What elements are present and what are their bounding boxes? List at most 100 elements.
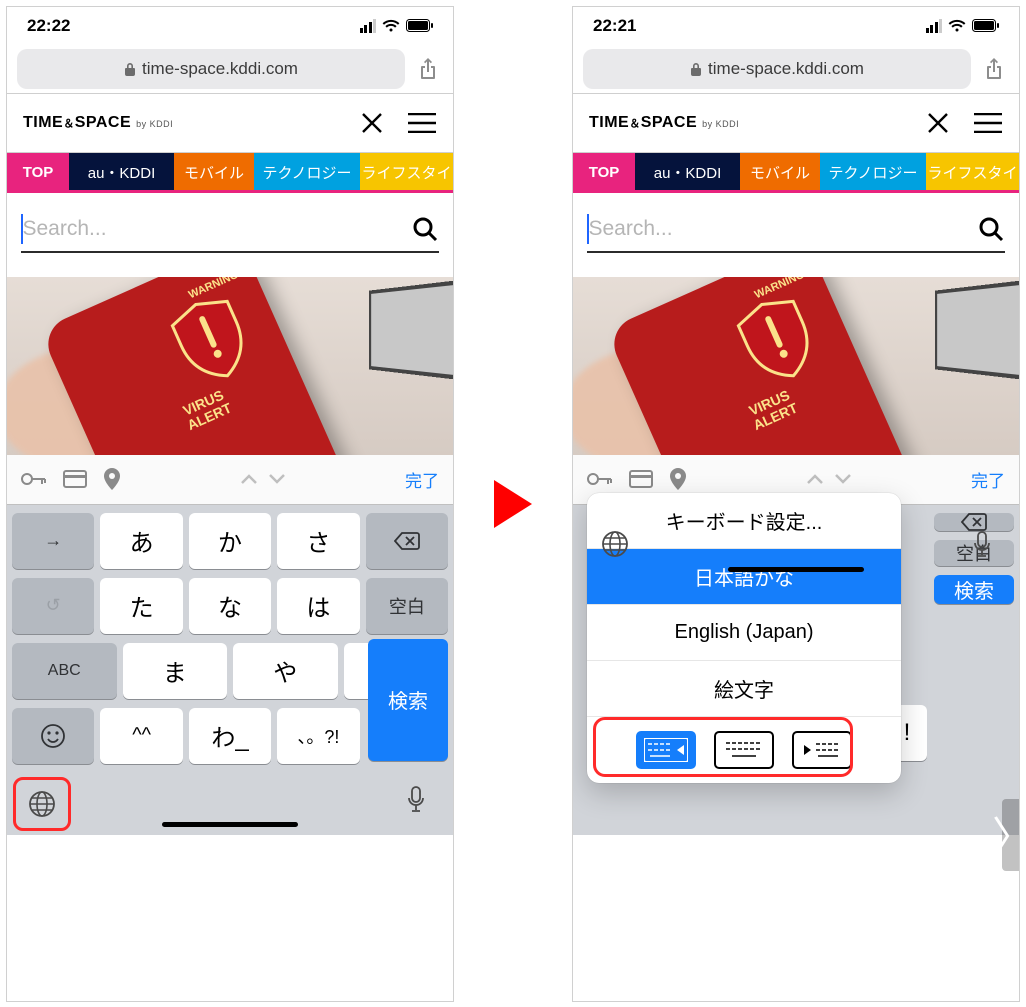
key-ya[interactable]: や bbox=[233, 643, 338, 699]
site-nav-tabs: TOP au・KDDI モバイル テクノロジー ライフスタイ bbox=[7, 153, 453, 193]
carousel-next-icon[interactable]: 〉 bbox=[1002, 799, 1020, 871]
url-text: time-space.kddi.com bbox=[708, 59, 864, 79]
brand-logo[interactable]: TIME＆SPACE by KDDI bbox=[589, 114, 739, 132]
status-bar: 22:21 bbox=[573, 7, 1019, 45]
close-icon[interactable] bbox=[923, 108, 953, 138]
battery-icon bbox=[406, 19, 433, 32]
globe-key-highlight bbox=[13, 777, 71, 831]
mic-icon[interactable] bbox=[406, 786, 426, 814]
screenshot-right: 22:21 time-space.kddi.com TIME＆SPACE by … bbox=[572, 6, 1020, 1002]
key-space[interactable]: 空白 bbox=[366, 578, 448, 634]
home-indicator[interactable] bbox=[728, 567, 864, 572]
keyboard-accessory-bar: 完了 bbox=[7, 455, 453, 505]
tab-top[interactable]: TOP bbox=[573, 153, 635, 193]
key-undo[interactable]: ↺ bbox=[12, 578, 94, 634]
mic-icon[interactable] bbox=[972, 531, 992, 559]
keyboard: 空白 検索 ! キーボード設定... 日本語かな English (Japan)… bbox=[573, 505, 1019, 835]
url-field[interactable]: time-space.kddi.com bbox=[583, 49, 971, 89]
tab-top[interactable]: TOP bbox=[7, 153, 69, 193]
close-icon[interactable] bbox=[357, 108, 387, 138]
status-bar: 22:22 bbox=[7, 7, 453, 45]
keyboard: → あ か さ ↺ た な は 空白 ABC ま や ら 検索 bbox=[7, 505, 453, 835]
keyboard-done-button[interactable]: 完了 bbox=[405, 467, 439, 492]
url-field[interactable]: time-space.kddi.com bbox=[17, 49, 405, 89]
key-kaomoji[interactable]: ^^ bbox=[100, 708, 182, 764]
password-key-icon[interactable] bbox=[587, 471, 613, 487]
chevron-up-icon[interactable] bbox=[806, 473, 824, 485]
site-header: TIME＆SPACE by KDDI bbox=[7, 93, 453, 153]
hero-image: WARNING VIRUS ALERT bbox=[7, 277, 453, 455]
emoji-icon bbox=[40, 723, 66, 749]
key-ta[interactable]: た bbox=[100, 578, 182, 634]
tab-lifestyle[interactable]: ライフスタイ bbox=[926, 153, 1019, 193]
hero-image: WARNING VIRUS ALERT bbox=[573, 277, 1019, 455]
chevron-down-icon[interactable] bbox=[268, 473, 286, 485]
card-icon[interactable] bbox=[63, 470, 87, 488]
search-area bbox=[7, 193, 453, 271]
location-pin-icon[interactable] bbox=[103, 468, 121, 490]
search-icon[interactable] bbox=[411, 215, 439, 243]
browser-url-bar: time-space.kddi.com bbox=[573, 45, 1019, 93]
key-a[interactable]: あ bbox=[100, 513, 182, 569]
hamburger-icon[interactable] bbox=[407, 108, 437, 138]
key-ka[interactable]: か bbox=[189, 513, 271, 569]
tab-technology[interactable]: テクノロジー bbox=[254, 153, 360, 193]
tab-mobile[interactable]: モバイル bbox=[174, 153, 254, 193]
key-search[interactable]: 検索 bbox=[934, 575, 1014, 604]
key-mode-abc[interactable]: ABC bbox=[12, 643, 117, 699]
share-button[interactable] bbox=[413, 57, 443, 81]
key-ma[interactable]: ま bbox=[123, 643, 228, 699]
battery-icon bbox=[972, 19, 999, 32]
option-english-japan[interactable]: English (Japan) bbox=[587, 605, 901, 661]
key-sa[interactable]: さ bbox=[277, 513, 359, 569]
tab-lifestyle[interactable]: ライフスタイ bbox=[360, 153, 453, 193]
key-delete[interactable] bbox=[366, 513, 448, 569]
key-punct[interactable]: 、。?! bbox=[277, 708, 359, 764]
share-button[interactable] bbox=[979, 57, 1009, 81]
chevron-down-icon[interactable] bbox=[834, 473, 852, 485]
brand-logo[interactable]: TIME＆SPACE by KDDI bbox=[23, 114, 173, 132]
wifi-icon bbox=[948, 19, 966, 33]
search-input[interactable] bbox=[23, 217, 412, 241]
home-indicator[interactable] bbox=[162, 822, 298, 827]
keyboard-bottom-strip bbox=[578, 513, 1014, 577]
tab-mobile[interactable]: モバイル bbox=[740, 153, 820, 193]
wifi-icon bbox=[382, 19, 400, 33]
search-input[interactable] bbox=[589, 217, 978, 241]
key-emoji[interactable] bbox=[12, 708, 94, 764]
location-pin-icon[interactable] bbox=[669, 468, 687, 490]
tab-technology[interactable]: テクノロジー bbox=[820, 153, 926, 193]
delete-icon bbox=[394, 532, 420, 550]
tab-au-kddi[interactable]: au・KDDI bbox=[69, 153, 174, 193]
site-nav-tabs: TOP au・KDDI モバイル テクノロジー ライフスタイ bbox=[573, 153, 1019, 193]
keyboard-done-button[interactable]: 完了 bbox=[971, 467, 1005, 492]
keyboard-bottom-strip bbox=[12, 768, 448, 832]
search-icon[interactable] bbox=[977, 215, 1005, 243]
layout-full[interactable] bbox=[714, 731, 774, 769]
hamburger-icon[interactable] bbox=[973, 108, 1003, 138]
globe-icon[interactable] bbox=[27, 789, 57, 819]
site-header: TIME＆SPACE by KDDI bbox=[573, 93, 1019, 153]
key-wa[interactable]: わ_ bbox=[189, 708, 271, 764]
key-ha[interactable]: は bbox=[277, 578, 359, 634]
key-na[interactable]: な bbox=[189, 578, 271, 634]
browser-url-bar: time-space.kddi.com bbox=[7, 45, 453, 93]
key-search[interactable]: 検索 bbox=[368, 639, 448, 761]
status-time: 22:21 bbox=[593, 16, 636, 36]
chevron-up-icon[interactable] bbox=[240, 473, 258, 485]
lock-icon bbox=[124, 62, 136, 76]
signal-icon bbox=[360, 19, 377, 33]
card-icon[interactable] bbox=[629, 470, 653, 488]
search-area bbox=[573, 193, 1019, 271]
tab-au-kddi[interactable]: au・KDDI bbox=[635, 153, 740, 193]
globe-icon[interactable] bbox=[600, 529, 630, 559]
transition-arrow bbox=[490, 476, 536, 532]
keyboard-layout-row bbox=[587, 717, 901, 783]
layout-right-handed[interactable] bbox=[792, 731, 852, 769]
option-emoji[interactable]: 絵文字 bbox=[587, 661, 901, 717]
password-key-icon[interactable] bbox=[21, 471, 47, 487]
key-next-candidate[interactable]: → bbox=[12, 513, 94, 569]
layout-left-handed[interactable] bbox=[636, 731, 696, 769]
url-text: time-space.kddi.com bbox=[142, 59, 298, 79]
lock-icon bbox=[690, 62, 702, 76]
